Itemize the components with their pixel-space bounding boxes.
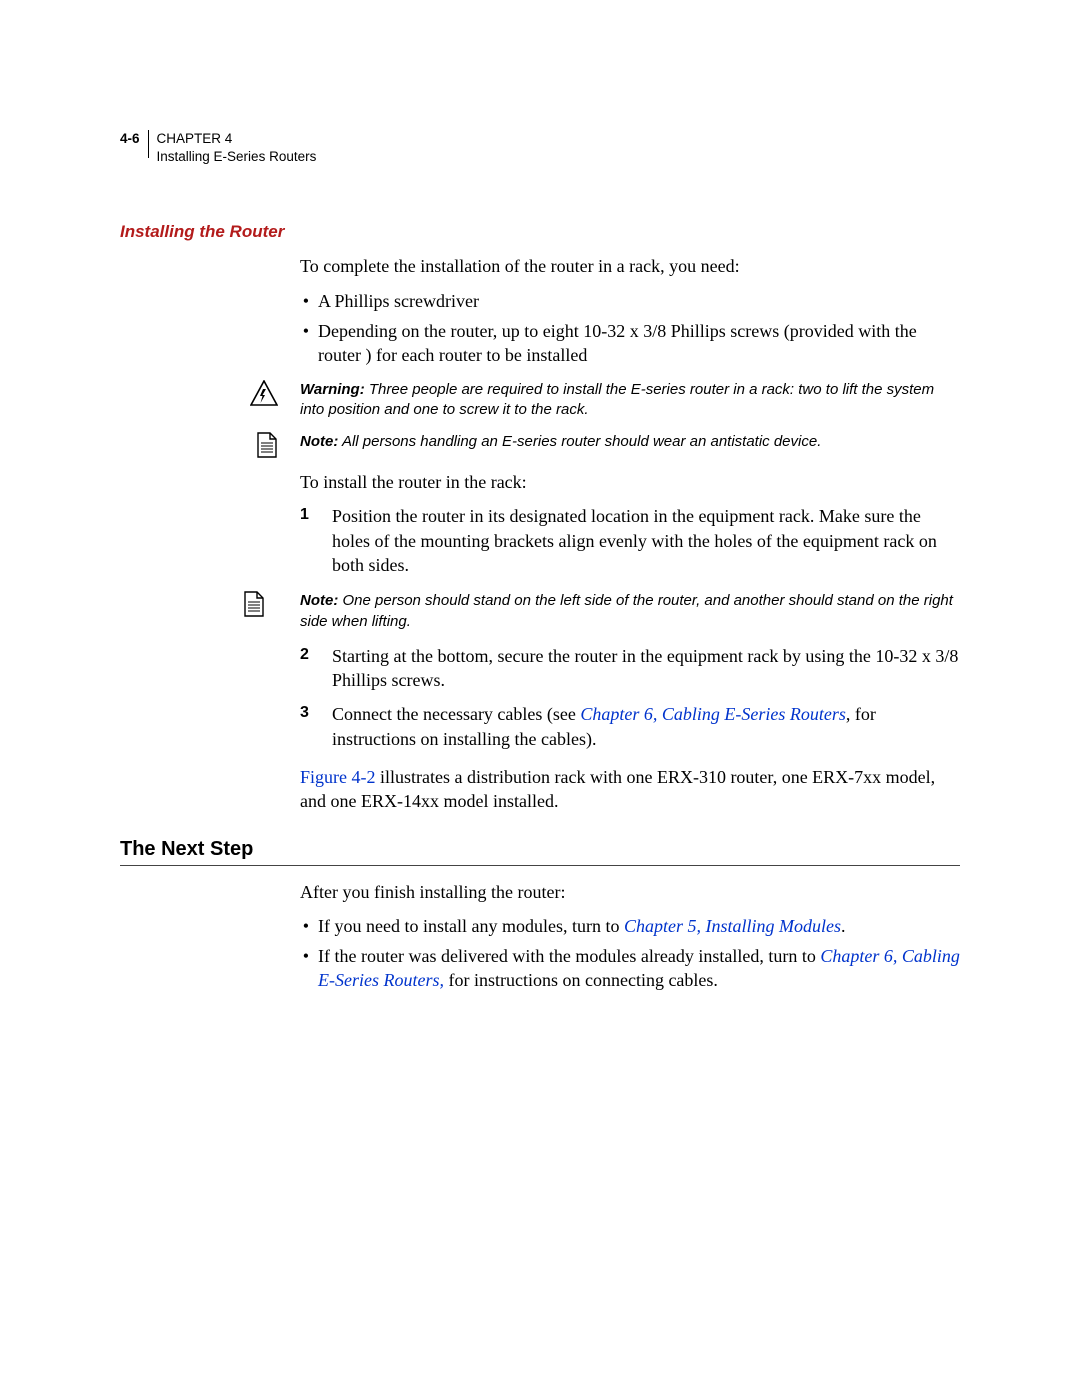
subsection-heading-installing: Installing the Router bbox=[120, 222, 960, 242]
page-number: 4-6 bbox=[120, 130, 140, 166]
next-step-body: After you finish installing the router: … bbox=[300, 880, 960, 993]
note-text: Note: All persons handling an E-series r… bbox=[300, 432, 960, 452]
note-label: Note: bbox=[300, 592, 338, 609]
warning-body: Three people are required to install the… bbox=[300, 381, 934, 418]
figure-reference-block: Figure 4-2 illustrates a distribution ra… bbox=[300, 765, 960, 814]
warning-callout: Warning: Three people are required to in… bbox=[120, 380, 960, 421]
list-item: If the router was delivered with the mod… bbox=[318, 944, 960, 993]
chapter-label: CHAPTER 4 bbox=[157, 130, 317, 148]
section-rule bbox=[120, 865, 960, 866]
note-icon bbox=[120, 591, 300, 617]
page: 4-6 CHAPTER 4 Installing E-Series Router… bbox=[0, 0, 1080, 1085]
next-step-intro: After you finish installing the router: bbox=[300, 880, 960, 904]
note-callout: Note: One person should stand on the lef… bbox=[120, 591, 960, 632]
next-step-list: If you need to install any modules, turn… bbox=[300, 914, 960, 993]
note-body: All persons handling an E-series router … bbox=[338, 433, 821, 450]
step-item: Starting at the bottom, secure the route… bbox=[300, 644, 960, 693]
note-body: One person should stand on the left side… bbox=[300, 592, 953, 629]
figure-text: illustrates a distribution rack with one… bbox=[300, 767, 935, 811]
section-heading-next-step: The Next Step bbox=[120, 838, 960, 861]
requirements-list: A Phillips screwdriver Depending on the … bbox=[300, 289, 960, 368]
intro-text: To complete the installation of the rout… bbox=[300, 254, 960, 278]
bullet1-pre: If you need to install any modules, turn… bbox=[318, 916, 624, 936]
list-item: A Phillips screwdriver bbox=[318, 289, 960, 313]
install-steps-part2: Starting at the bottom, secure the route… bbox=[300, 644, 960, 751]
warning-label: Warning: bbox=[300, 381, 365, 398]
figure-reference: Figure 4-2 illustrates a distribution ra… bbox=[300, 765, 960, 814]
list-item: If you need to install any modules, turn… bbox=[318, 914, 960, 938]
body-intro: To complete the installation of the rout… bbox=[300, 254, 960, 367]
step-item: Position the router in its designated lo… bbox=[300, 504, 960, 577]
step-item: Connect the necessary cables (see Chapte… bbox=[300, 702, 960, 751]
note-callout: Note: All persons handling an E-series r… bbox=[120, 432, 960, 458]
bullet2-post: for instructions on connecting cables. bbox=[444, 970, 718, 990]
warning-text: Warning: Three people are required to in… bbox=[300, 380, 960, 421]
page-header: 4-6 CHAPTER 4 Installing E-Series Router… bbox=[120, 130, 960, 166]
step3-pre: Connect the necessary cables (see bbox=[332, 704, 580, 724]
warning-icon bbox=[120, 380, 300, 406]
note-text: Note: One person should stand on the lef… bbox=[300, 591, 960, 632]
link-chapter6[interactable]: Chapter 6, Cabling E-Series Routers bbox=[580, 704, 845, 724]
install-lead-block: To install the router in the rack: bbox=[300, 470, 960, 494]
note-label: Note: bbox=[300, 433, 338, 450]
link-chapter5[interactable]: Chapter 5, Installing Modules bbox=[624, 916, 841, 936]
header-divider bbox=[148, 130, 149, 158]
link-figure-4-2[interactable]: Figure 4-2 bbox=[300, 767, 376, 787]
list-item: Depending on the router, up to eight 10-… bbox=[318, 319, 960, 368]
chapter-subtitle: Installing E-Series Routers bbox=[157, 148, 317, 166]
install-lead: To install the router in the rack: bbox=[300, 470, 960, 494]
note-icon bbox=[120, 432, 300, 458]
bullet2-pre: If the router was delivered with the mod… bbox=[318, 946, 820, 966]
install-steps-part1: Position the router in its designated lo… bbox=[300, 504, 960, 577]
bullet1-post: . bbox=[841, 916, 846, 936]
